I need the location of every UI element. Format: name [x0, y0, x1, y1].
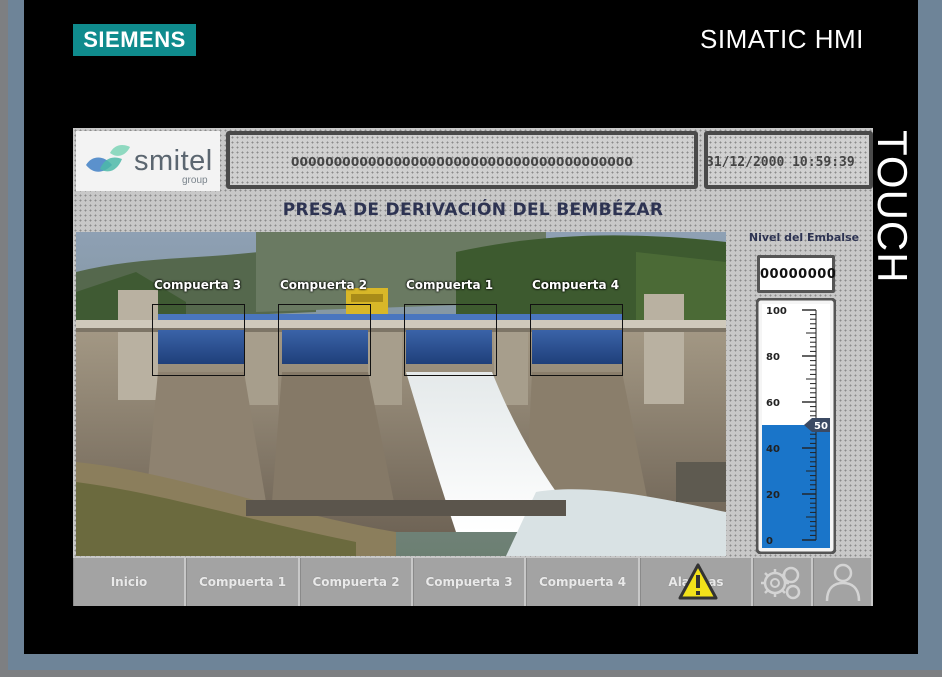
smitel-wordmark: smitel — [134, 145, 213, 177]
gate-4-label: Compuerta 4 — [532, 278, 620, 292]
gate-3-label: Compuerta 3 — [154, 278, 242, 292]
smitel-logo: smitel group — [76, 131, 220, 191]
level-marker-label: 50 — [814, 421, 828, 432]
message-display: 0000000000000000000000000000000000000000 — [226, 131, 698, 189]
nav-alarms-button[interactable]: Alarmas — [640, 558, 753, 606]
level-gauge-tick-label: 80 — [766, 352, 780, 363]
gate-4-button[interactable] — [530, 304, 623, 376]
nav-gate-2-button[interactable]: Compuerta 2 — [300, 558, 413, 606]
datetime-text: 31/12/2000 10:59:39 — [706, 155, 855, 170]
level-title: Nivel del Embalse — [748, 231, 860, 244]
siemens-logo: SIEMENS — [73, 24, 196, 56]
level-gauge-tick-label: 100 — [766, 306, 787, 317]
nav-user-button[interactable] — [813, 558, 873, 606]
bottom-nav: Inicio Compuerta 1 Compuerta 2 Compuerta… — [73, 558, 873, 606]
nav-gate-4-button[interactable]: Compuerta 4 — [526, 558, 640, 606]
simatic-hmi-label: SIMATIC HMI — [700, 24, 864, 54]
level-value-text: 00000000 — [760, 267, 837, 282]
page-title: PRESA DE DERIVACIÓN DEL BEMBÉZAR — [282, 200, 664, 220]
nav-home-button[interactable]: Inicio — [73, 558, 186, 606]
level-gauge-tick-label: 40 — [766, 444, 780, 455]
datetime-display: 31/12/2000 10:59:39 — [704, 131, 873, 189]
nav-gate-1-button[interactable]: Compuerta 1 — [186, 558, 300, 606]
smitel-leaf-icon — [86, 145, 130, 172]
alarm-warning-icon — [678, 563, 718, 600]
gate-2-button[interactable] — [278, 304, 371, 376]
level-gauge: 0 20 40 60 80 100 50 — [756, 298, 836, 554]
touch-side-label: TOUCH — [869, 130, 916, 284]
gate-3-button[interactable] — [152, 304, 245, 376]
hmi-screen: smitel group 000000000000000000000000000… — [73, 128, 873, 606]
level-gauge-tick-label: 60 — [766, 398, 780, 409]
gate-2-label: Compuerta 2 — [280, 278, 368, 292]
level-value-field: 00000000 — [757, 255, 837, 293]
level-gauge-tick-label: 20 — [766, 490, 780, 501]
nav-gate-3-button[interactable]: Compuerta 3 — [413, 558, 526, 606]
dam-image: Compuerta 3 Compuerta 2 Compuerta 1 Comp… — [76, 232, 726, 556]
settings-gears-icon — [760, 566, 800, 600]
smitel-group-label: group — [182, 175, 208, 186]
nav-settings-button[interactable] — [753, 558, 813, 606]
user-icon — [825, 563, 860, 602]
gate-1-label: Compuerta 1 — [406, 278, 494, 292]
message-text: 0000000000000000000000000000000000000000 — [291, 155, 633, 169]
level-gauge-tick-label: 0 — [766, 536, 773, 547]
gate-1-button[interactable] — [404, 304, 497, 376]
